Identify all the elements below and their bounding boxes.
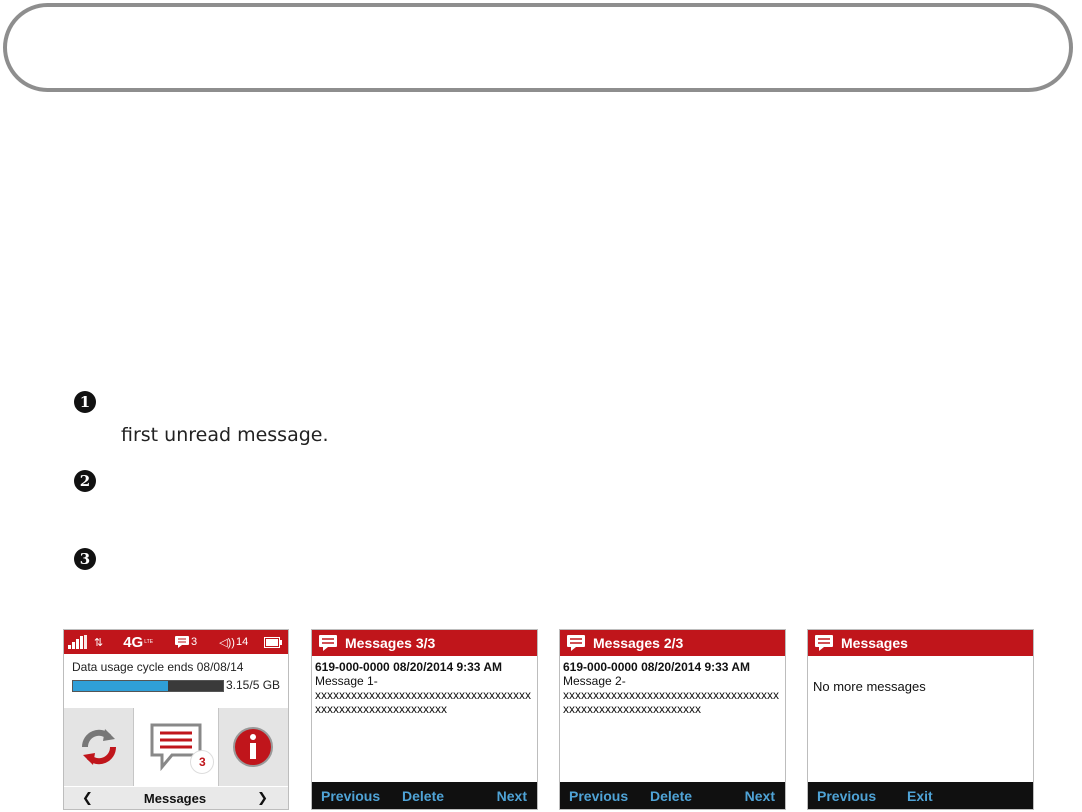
usage-bar: [72, 680, 224, 692]
data-transfer-icon: ⇅: [94, 636, 104, 649]
step-2-number: 2: [74, 470, 96, 492]
network-type: 4G: [123, 633, 144, 651]
step-2: 2: [74, 470, 96, 492]
message-meta: 619-000-0000 08/20/2014 9:33 AM: [315, 660, 503, 674]
wifi-icon: ◁)): [219, 636, 235, 649]
message-title: Messages: [841, 635, 908, 651]
usage-bar-fill: [73, 681, 168, 691]
message-icon: [175, 636, 190, 648]
step-3-number: 3: [74, 548, 96, 570]
message-body: 619-000-0000 08/20/2014 9:33 AM Message …: [563, 660, 782, 716]
nav-next-button[interactable]: ❯: [257, 790, 268, 806]
message-text: xxxxxxxxxxxxxxxxxxxxxxxxxxxxxxxxxxxxxxxx…: [563, 688, 779, 716]
usage-amount: 3.15/5 GB: [226, 678, 281, 692]
delete-button[interactable]: Delete: [650, 788, 692, 804]
battery-icon: [264, 636, 282, 648]
message-footer: Previous Delete Next: [312, 782, 537, 809]
empty-message-text: No more messages: [813, 679, 926, 694]
message-screen-empty: Messages No more messages Previous Exit: [807, 629, 1034, 810]
info-tile[interactable]: [218, 708, 288, 786]
nav-label: Messages: [143, 790, 207, 806]
message-header: Messages 3/3: [312, 630, 537, 656]
exit-button[interactable]: Exit: [907, 788, 933, 804]
message-icon: [567, 635, 585, 651]
refresh-icon: [81, 729, 116, 765]
message-screen-2: Messages 2/3 619-000-0000 08/20/2014 9:3…: [559, 629, 786, 810]
message-count: 3: [191, 636, 198, 648]
message-icon: [815, 635, 833, 651]
message-title: Messages 2/3: [593, 635, 684, 651]
delete-button[interactable]: Delete: [402, 788, 444, 804]
step-1: 1: [74, 391, 96, 413]
previous-button[interactable]: Previous: [817, 788, 876, 804]
previous-button[interactable]: Previous: [321, 788, 380, 804]
signal-icon: [68, 635, 87, 649]
message-label: Message 1-: [315, 674, 378, 688]
usage-panel: Data usage cycle ends 08/08/14 3.15/5 GB: [64, 654, 288, 698]
home-screen: ⇅ 4G LTE 3 ◁)) 14 Data usage cycle ends …: [63, 629, 289, 810]
next-button[interactable]: Next: [497, 788, 527, 804]
message-label: Message 2-: [563, 674, 626, 688]
message-title: Messages 3/3: [345, 635, 436, 651]
step-1-text: first unread message.: [121, 424, 329, 446]
home-tiles: 3: [64, 708, 288, 786]
messages-tile[interactable]: 3: [134, 708, 219, 786]
message-badge: 3: [190, 750, 215, 774]
status-bar: ⇅ 4G LTE 3 ◁)) 14: [64, 630, 288, 654]
usage-cycle-text: Data usage cycle ends 08/08/14: [72, 660, 244, 674]
message-screen-3: Messages 3/3 619-000-0000 08/20/2014 9:3…: [311, 629, 538, 810]
message-body: 619-000-0000 08/20/2014 9:33 AM Message …: [315, 660, 534, 716]
message-text: xxxxxxxxxxxxxxxxxxxxxxxxxxxxxxxxxxxxxxxx…: [315, 688, 531, 716]
message-badge-count: 3: [199, 755, 206, 769]
message-footer: Previous Delete Next: [560, 782, 785, 809]
info-icon: [233, 727, 274, 767]
message-header: Messages: [808, 630, 1033, 656]
next-button[interactable]: Next: [745, 788, 775, 804]
title-banner: [3, 3, 1073, 92]
home-nav: ❮ Messages ❯: [64, 787, 288, 809]
lte-label: LTE: [144, 639, 154, 645]
step-3: 3: [74, 548, 96, 570]
step-1-number: 1: [74, 391, 96, 413]
refresh-tile[interactable]: [64, 708, 135, 786]
message-icon: [319, 635, 337, 651]
message-meta: 619-000-0000 08/20/2014 9:33 AM: [563, 660, 751, 674]
wifi-client-count: 14: [235, 636, 249, 648]
nav-previous-button[interactable]: ❮: [82, 790, 93, 806]
message-footer: Previous Exit: [808, 782, 1033, 809]
previous-button[interactable]: Previous: [569, 788, 628, 804]
message-header: Messages 2/3: [560, 630, 785, 656]
